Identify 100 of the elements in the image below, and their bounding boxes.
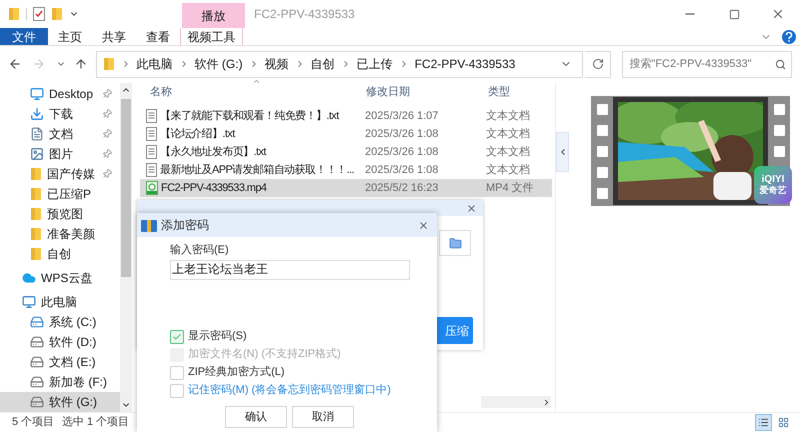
column-header[interactable]: 名称 xyxy=(140,84,358,100)
ribbon-tab[interactable]: 视频工具 xyxy=(180,28,243,45)
sidebar-item[interactable]: 此电脑 xyxy=(0,292,120,312)
checkbox[interactable] xyxy=(170,330,184,344)
sidebar-item[interactable]: 下载 xyxy=(0,104,120,124)
checkbox[interactable] xyxy=(170,384,184,398)
address-bar[interactable]: 此电脑 软件 (G:) 视频 自创 已上传 FC2-PPV-4339533 xyxy=(96,50,583,78)
folder-icon xyxy=(51,7,63,21)
ribbon-tab[interactable]: 查看 xyxy=(136,28,180,45)
sidebar-item[interactable]: WPS云盘 xyxy=(0,268,120,288)
horizontal-scrollbar[interactable] xyxy=(481,396,551,408)
window-title: FC2-PPV-4339533 xyxy=(254,6,355,23)
breadcrumb[interactable]: 此电脑 xyxy=(136,55,173,73)
option-label: 加密文件名(N) (不支持ZIP格式) xyxy=(188,346,341,362)
sidebar-item[interactable]: 软件 (G:) xyxy=(0,392,120,412)
sidebar-item[interactable]: 自创 xyxy=(0,244,120,264)
file-name: FC2-PPV-4339533.mp4 xyxy=(161,180,266,196)
back-icon[interactable] xyxy=(8,57,22,71)
sidebar-item[interactable]: Desktop xyxy=(0,84,120,104)
file-name: 最新地址及APP请发邮箱自动获取！！！... xyxy=(160,162,354,178)
sidebar-item[interactable]: 已压缩P xyxy=(0,184,120,204)
column-header[interactable]: 修改日期 xyxy=(358,84,480,100)
close-icon[interactable] xyxy=(466,202,477,214)
cloud-icon xyxy=(22,271,36,286)
document-icon xyxy=(30,127,44,142)
dialog-button[interactable]: 取消 xyxy=(292,406,354,428)
checkbox[interactable] xyxy=(170,366,184,380)
download-icon xyxy=(30,107,44,122)
file-name: 【永久地址发布页】.txt xyxy=(160,144,266,160)
badge-text: iQIYI xyxy=(762,174,784,185)
file-row[interactable]: 最新地址及APP请发邮箱自动获取！！！... 2025/3/26 1:08 文本文档 xyxy=(140,161,552,179)
folder-icon xyxy=(30,247,42,262)
monitor-icon xyxy=(30,87,44,101)
file-row[interactable]: 【论坛介绍】.txt 2025/3/26 1:08 文本文档 xyxy=(140,125,552,143)
breadcrumb[interactable]: 已上传 xyxy=(356,55,393,73)
folder-icon xyxy=(102,57,115,71)
ribbon-tab[interactable]: 主页 xyxy=(48,28,92,45)
help-icon[interactable] xyxy=(782,30,796,44)
file-date: 2025/3/26 1:08 xyxy=(364,126,440,142)
checklist-icon[interactable] xyxy=(33,7,45,21)
breadcrumb[interactable]: 视频 xyxy=(264,55,289,73)
breadcrumb[interactable]: 软件 (G:) xyxy=(194,55,243,73)
file-row[interactable]: 【来了就能下载和观看！纯免费！】.txt 2025/3/26 1:07 文本文档 xyxy=(140,107,552,125)
computer-icon xyxy=(22,294,36,309)
file-date: 2025/5/2 16:23 xyxy=(364,180,440,196)
drive-icon xyxy=(30,335,44,349)
field-label: 输入密码(E) xyxy=(170,242,230,258)
ribbon-tab[interactable]: 文件 xyxy=(0,28,48,45)
sidebar-item[interactable]: 图片 xyxy=(0,144,120,164)
file-name: 【来了就能下载和观看！纯免费！】.txt xyxy=(160,108,339,124)
drive-icon xyxy=(30,355,44,370)
search-icon[interactable] xyxy=(775,58,786,70)
file-type: 文本文档 xyxy=(485,108,530,124)
file-type: 文本文档 xyxy=(485,162,530,178)
close-icon xyxy=(771,7,785,21)
film-perforation-drawing xyxy=(774,104,784,156)
option-label: 记住密码(M) (将会备忘到密码管理窗口中) xyxy=(188,382,391,398)
sidebar-item[interactable]: 文档 xyxy=(0,124,120,144)
up-icon[interactable] xyxy=(74,57,88,71)
folder-icon xyxy=(8,7,20,21)
close-icon[interactable] xyxy=(418,220,429,230)
sidebar-item[interactable]: 准备美颜 xyxy=(0,224,120,244)
sidebar-item[interactable]: 软件 (D:) xyxy=(0,332,120,352)
breadcrumb[interactable]: 自创 xyxy=(310,55,335,73)
file-date: 2025/3/26 1:08 xyxy=(364,144,440,160)
selection-count: 选中 1 个项目 xyxy=(62,415,130,430)
sidebar-item[interactable]: 系统 (C:) xyxy=(0,312,120,332)
list-icon xyxy=(758,417,769,428)
password-field[interactable]: 上老王论坛当老王 xyxy=(170,260,410,280)
sidebar-item[interactable]: 文档 (E:) xyxy=(0,352,120,372)
system-drive-icon xyxy=(30,314,44,329)
file-row[interactable]: 【永久地址发布页】.txt 2025/3/26 1:08 文本文档 xyxy=(140,143,552,161)
file-row[interactable]: FC2-PPV-4339533.mp4 2025/5/2 16:23 MP4 文件 xyxy=(140,179,552,197)
text-file-icon xyxy=(146,163,157,177)
search-field[interactable]: 搜索"FC2-PPV-4339533" xyxy=(622,50,792,78)
scroll-right-icon[interactable] xyxy=(542,398,551,406)
file-type: MP4 文件 xyxy=(485,180,534,196)
drive-icon xyxy=(30,395,44,410)
refresh-button[interactable] xyxy=(584,50,612,78)
ribbon-tab[interactable]: 共享 xyxy=(92,28,136,45)
folder-icon xyxy=(30,187,42,202)
grid-icon xyxy=(778,417,789,428)
sidebar-item[interactable]: 国产传媒 xyxy=(0,164,120,184)
dialog-title: 添加密码 xyxy=(161,217,209,234)
breadcrumb[interactable]: FC2-PPV-4339533 xyxy=(414,55,516,73)
context-tab-header: 播放 xyxy=(182,3,245,28)
text-file-icon xyxy=(146,109,157,123)
dialog-button[interactable]: 确认 xyxy=(225,406,287,428)
folder-icon xyxy=(30,167,42,182)
folder-icon[interactable] xyxy=(448,236,462,250)
column-header[interactable]: 类型 xyxy=(480,84,510,100)
file-name: 【论坛介绍】.txt xyxy=(160,126,235,142)
details-view-button[interactable] xyxy=(755,414,772,431)
archive-icon xyxy=(141,218,157,232)
sidebar-item[interactable]: 新加卷 (F:) xyxy=(0,372,120,392)
scrollbar[interactable] xyxy=(120,83,132,412)
folder-icon xyxy=(30,207,42,222)
file-type: 文本文档 xyxy=(485,126,530,142)
sidebar-item[interactable]: 预览图 xyxy=(0,204,120,224)
option-label: 显示密码(S) xyxy=(188,328,247,344)
